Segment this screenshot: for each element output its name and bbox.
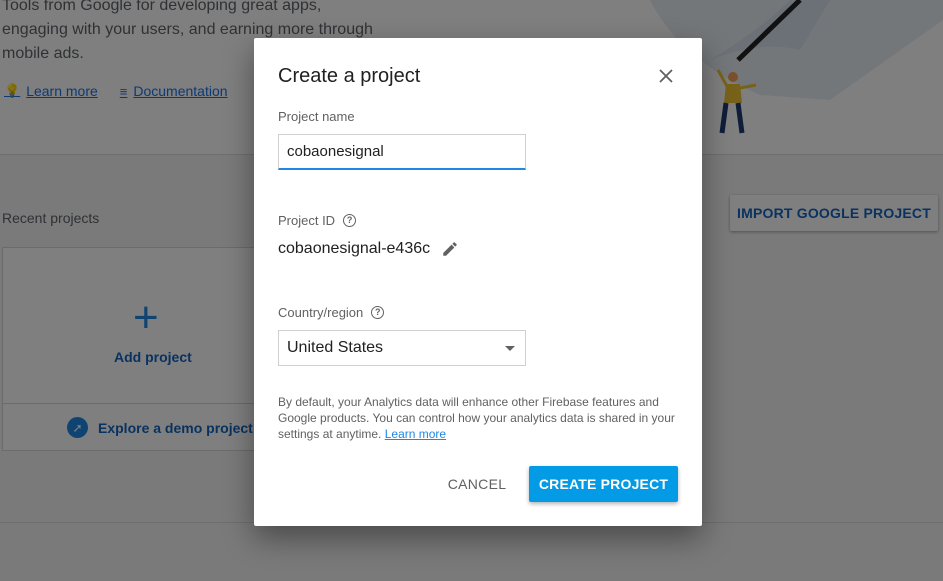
analytics-notice-text: By default, your Analytics data will enh… bbox=[278, 395, 675, 441]
analytics-notice: By default, your Analytics data will enh… bbox=[278, 394, 678, 442]
project-id-row: cobaonesignal-e436c bbox=[278, 239, 460, 259]
cancel-button[interactable]: CANCEL bbox=[437, 466, 517, 502]
country-select[interactable]: United States bbox=[278, 330, 526, 366]
close-icon bbox=[659, 69, 673, 83]
project-id-label-text: Project ID bbox=[278, 213, 336, 228]
create-project-dialog: Create a project Project name Project ID… bbox=[254, 38, 702, 526]
pencil-icon[interactable] bbox=[440, 239, 460, 259]
close-button[interactable] bbox=[652, 62, 680, 90]
help-icon[interactable]: ? bbox=[371, 306, 385, 319]
help-icon[interactable]: ? bbox=[343, 214, 357, 227]
project-id-label: Project ID ? bbox=[278, 213, 357, 228]
dialog-title: Create a project bbox=[278, 65, 421, 87]
country-label-text: Country/region bbox=[278, 305, 364, 320]
create-project-button[interactable]: CREATE PROJECT bbox=[529, 466, 678, 502]
country-select-value: United States bbox=[287, 339, 384, 356]
project-name-label: Project name bbox=[278, 109, 355, 124]
project-name-label-text: Project name bbox=[278, 109, 355, 124]
project-name-input[interactable] bbox=[278, 134, 526, 170]
learn-more-link[interactable]: Learn more bbox=[385, 427, 446, 441]
country-label: Country/region ? bbox=[278, 305, 385, 320]
dropdown-arrow-icon bbox=[505, 345, 515, 351]
pencil-icon-glyph bbox=[443, 242, 457, 256]
project-id-value: cobaonesignal-e436c bbox=[278, 240, 431, 257]
